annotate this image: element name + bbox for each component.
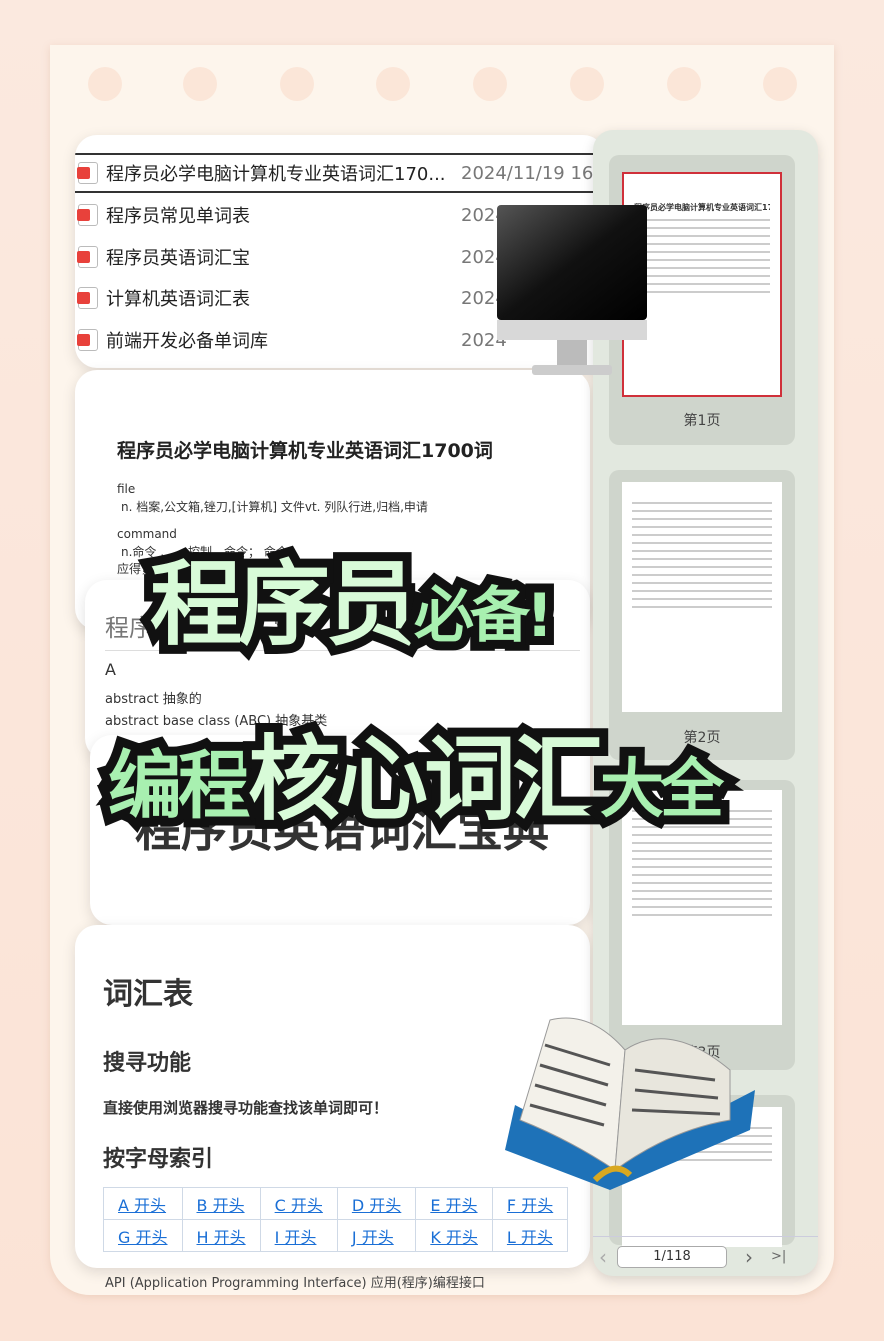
letter-link[interactable]: K 开头 xyxy=(430,1228,478,1247)
search-heading: 搜寻功能 xyxy=(103,1051,192,1076)
file-row[interactable]: 程序员必学电脑计算机专业英语词汇170... 2024/11/19 16: xyxy=(75,153,605,193)
pdf-icon xyxy=(77,162,98,184)
binder-hole xyxy=(570,67,604,101)
letter-link[interactable]: L 开头 xyxy=(507,1228,553,1247)
binder-hole xyxy=(376,67,410,101)
letter-link[interactable]: J 开头 xyxy=(352,1228,394,1247)
binder-hole xyxy=(473,67,507,101)
file-name: 程序员常见单词表 xyxy=(106,206,250,227)
letter-link[interactable]: I 开头 xyxy=(275,1228,317,1247)
index-heading: 按字母索引 xyxy=(103,1147,214,1172)
binder-hole xyxy=(763,67,797,101)
headline-main: 核心词汇 xyxy=(239,717,613,842)
page-navigation: ‹ 1/118 › >| xyxy=(593,1236,818,1276)
file-name: 程序员英语词汇宝 xyxy=(106,248,250,269)
definition: n. 档案,公文箱,锉刀,[计算机] 文件vt. 列队行进,归档,申请 xyxy=(121,500,428,514)
file-name: 计算机英语词汇表 xyxy=(106,289,250,310)
page-number-input[interactable]: 1/118 xyxy=(617,1245,727,1268)
pdf-icon xyxy=(77,329,98,351)
headline-accent: 大全 xyxy=(591,744,733,836)
headline-line-2: 编程核心词汇大全 xyxy=(99,705,733,842)
headline-main: 程序员 xyxy=(141,542,427,667)
pdf-icon xyxy=(77,204,98,226)
file-name: 程序员必学电脑计算机专业英语词汇170... xyxy=(106,164,446,185)
page-label: 第1页 xyxy=(683,413,721,429)
vocab-title: 词汇表 xyxy=(103,977,193,1012)
binder-hole xyxy=(88,67,122,101)
letter-link[interactable]: C 开头 xyxy=(275,1196,323,1215)
headline-accent: 必备! xyxy=(405,572,562,660)
letter-index-table: A 开头 B 开头 C 开头 D 开头 E 开头 F 开头 G 开头 H 开头 … xyxy=(103,1187,569,1252)
file-date: 2024/11/19 16: xyxy=(461,162,600,184)
word: file xyxy=(117,482,136,496)
pdf-icon xyxy=(77,246,98,268)
open-book-icon xyxy=(505,1017,755,1190)
monitor-icon xyxy=(497,205,647,375)
letter-link[interactable]: D 开头 xyxy=(352,1196,401,1215)
binder-hole xyxy=(667,67,701,101)
file-name: 前端开发必备单词库 xyxy=(106,331,268,352)
letter-link[interactable]: E 开头 xyxy=(430,1196,477,1215)
headline-line-1: 程序员必备! xyxy=(141,530,562,667)
letter-link[interactable]: B 开头 xyxy=(197,1196,245,1215)
thumbnail-title: 程序员必学电脑计算机专业英语词汇1700词 xyxy=(634,203,770,212)
binder-hole xyxy=(183,67,217,101)
api-entry: API (Application Programming Interface) … xyxy=(105,1276,485,1291)
last-page-button[interactable]: >| xyxy=(771,1249,786,1264)
binder-hole xyxy=(280,67,314,101)
page-preview xyxy=(622,482,782,712)
pdf-icon xyxy=(77,287,98,309)
search-text: 直接使用浏览器搜寻功能查找该单词即可！ xyxy=(103,1099,389,1117)
next-page-button[interactable]: › xyxy=(745,1245,753,1269)
headline-accent: 编程 xyxy=(99,734,261,838)
doc-title: 程序员必学电脑计算机专业英语词汇1700词 xyxy=(117,440,493,462)
letter-link[interactable]: H 开头 xyxy=(197,1228,246,1247)
prev-page-button[interactable]: ‹ xyxy=(599,1245,607,1269)
letter-link[interactable]: G 开头 xyxy=(118,1228,168,1247)
letter-heading: A xyxy=(105,660,116,679)
letter-link[interactable]: A 开头 xyxy=(118,1196,166,1215)
